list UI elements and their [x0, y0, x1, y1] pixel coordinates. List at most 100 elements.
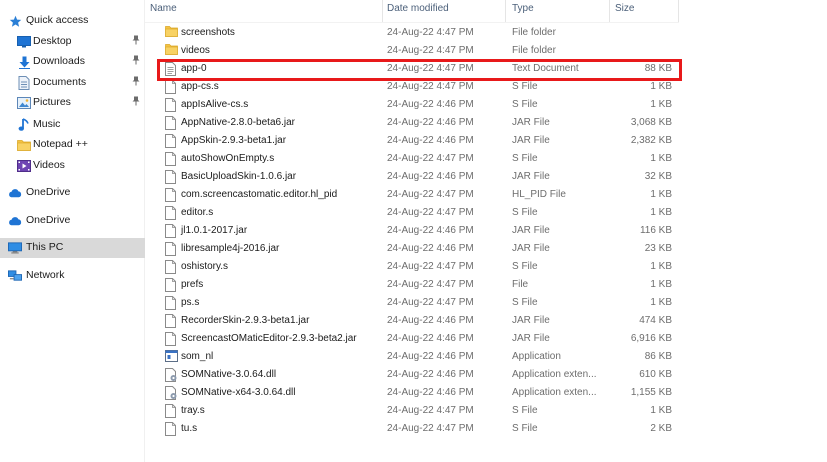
- file-date-modified: 24-Aug-22 4:47 PM: [387, 405, 474, 416]
- nav-item-videos[interactable]: Videos: [0, 156, 145, 176]
- column-divider[interactable]: [678, 0, 679, 22]
- nav-item-music[interactable]: Music: [0, 115, 145, 135]
- nav-item-downloads[interactable]: Downloads: [0, 52, 145, 72]
- file-date-modified: 24-Aug-22 4:47 PM: [387, 207, 474, 218]
- file-date-modified: 24-Aug-22 4:46 PM: [387, 117, 474, 128]
- file-icon: [165, 278, 177, 292]
- nav-item-documents[interactable]: Documents: [0, 73, 145, 93]
- column-header-size[interactable]: Size: [615, 0, 634, 22]
- file-row[interactable]: RecorderSkin-2.9.3-beta1.jar 24-Aug-22 4:…: [157, 312, 679, 330]
- file-type: JAR File: [512, 315, 550, 326]
- cloud-icon: [8, 186, 22, 200]
- file-name: SOMNative-3.0.64.dll: [181, 369, 277, 380]
- column-divider[interactable]: [505, 0, 506, 22]
- pin-icon[interactable]: [132, 35, 140, 47]
- nav-item-this-pc[interactable]: This PC: [0, 238, 145, 258]
- file-icon: [165, 152, 177, 166]
- pin-icon[interactable]: [132, 76, 140, 88]
- file-icon: [165, 98, 177, 112]
- file-row[interactable]: app-0 24-Aug-22 4:47 PM Text Document 88 KB: [157, 60, 679, 78]
- file-size: 1 KB: [650, 81, 672, 92]
- file-name: AppSkin-2.9.3-beta1.jar: [181, 135, 287, 146]
- nav-item-notepad[interactable]: Notepad ++: [0, 135, 145, 155]
- file-icon: [165, 134, 177, 148]
- file-date-modified: 24-Aug-22 4:46 PM: [387, 351, 474, 362]
- file-date-modified: 24-Aug-22 4:46 PM: [387, 315, 474, 326]
- file-name: RecorderSkin-2.9.3-beta1.jar: [181, 315, 310, 326]
- file-row[interactable]: SOMNative-3.0.64.dll 24-Aug-22 4:46 PM App…: [157, 366, 679, 384]
- file-row[interactable]: tray.s 24-Aug-22 4:47 PM S File 1 KB: [157, 402, 679, 420]
- column-header-name[interactable]: Name: [150, 0, 177, 22]
- nav-item-label: Music: [33, 118, 61, 130]
- file-row[interactable]: editor.s 24-Aug-22 4:47 PM S File 1 KB: [157, 204, 679, 222]
- file-date-modified: 24-Aug-22 4:47 PM: [387, 27, 474, 38]
- file-row[interactable]: SOMNative-x64-3.0.64.dll 24-Aug-22 4:46 P…: [157, 384, 679, 402]
- file-row[interactable]: screenshots 24-Aug-22 4:47 PM File folder: [157, 24, 679, 42]
- nav-item-quick-access[interactable]: Quick access: [0, 11, 145, 31]
- file-name: ScreencastOMaticEditor-2.9.3-beta2.jar: [181, 333, 357, 344]
- file-type: S File: [512, 207, 538, 218]
- nav-item-onedrive[interactable]: OneDrive: [0, 211, 145, 231]
- column-header-type[interactable]: Type: [512, 0, 534, 22]
- file-row[interactable]: app-cs.s 24-Aug-22 4:47 PM S File 1 KB: [157, 78, 679, 96]
- nav-item-label: OneDrive: [26, 186, 71, 198]
- nav-item-label: Notepad ++: [33, 138, 88, 150]
- column-header-date-modified[interactable]: Date modified: [387, 0, 449, 22]
- column-divider[interactable]: [609, 0, 610, 22]
- file-row[interactable]: appIsAlive-cs.s 24-Aug-22 4:46 PM S File 1 …: [157, 96, 679, 114]
- file-name: BasicUploadSkin-1.0.6.jar: [181, 171, 297, 182]
- file-icon: [165, 260, 177, 274]
- file-row[interactable]: jl1.0.1-2017.jar 24-Aug-22 4:46 PM JAR Fil…: [157, 222, 679, 240]
- file-type: Application exten...: [512, 387, 597, 398]
- network-icon: [8, 269, 22, 283]
- file-name: libresample4j-2016.jar: [181, 243, 280, 254]
- file-row[interactable]: ps.s 24-Aug-22 4:47 PM S File 1 KB: [157, 294, 679, 312]
- file-row[interactable]: ScreencastOMaticEditor-2.9.3-beta2.jar 24…: [157, 330, 679, 348]
- file-type: S File: [512, 153, 538, 164]
- file-name: appIsAlive-cs.s: [181, 99, 249, 110]
- file-type: JAR File: [512, 117, 550, 128]
- file-row[interactable]: AppSkin-2.9.3-beta1.jar 24-Aug-22 4:46 PM…: [157, 132, 679, 150]
- file-icon: [165, 422, 177, 436]
- file-date-modified: 24-Aug-22 4:47 PM: [387, 63, 474, 74]
- file-row[interactable]: oshistory.s 24-Aug-22 4:47 PM S File 1 KB: [157, 258, 679, 276]
- file-name: editor.s: [181, 207, 214, 218]
- pin-icon[interactable]: [132, 55, 140, 67]
- file-date-modified: 24-Aug-22 4:46 PM: [387, 333, 474, 344]
- nav-item-pictures[interactable]: Pictures: [0, 93, 145, 113]
- file-date-modified: 24-Aug-22 4:46 PM: [387, 369, 474, 380]
- file-row[interactable]: autoShowOnEmpty.s 24-Aug-22 4:47 PM S File…: [157, 150, 679, 168]
- pictures-icon: [17, 96, 31, 110]
- file-row[interactable]: BasicUploadSkin-1.0.6.jar 24-Aug-22 4:46 …: [157, 168, 679, 186]
- file-type: JAR File: [512, 171, 550, 182]
- file-size: 86 KB: [644, 351, 672, 362]
- file-size: 23 KB: [644, 243, 672, 254]
- file-date-modified: 24-Aug-22 4:46 PM: [387, 387, 474, 398]
- file-row[interactable]: tu.s 24-Aug-22 4:47 PM S File 2 KB: [157, 420, 679, 438]
- file-row[interactable]: som_nl 24-Aug-22 4:46 PM Application 86 KB: [157, 348, 679, 366]
- videos-icon: [17, 159, 31, 173]
- column-divider[interactable]: [382, 0, 383, 22]
- pin-icon[interactable]: [132, 96, 140, 108]
- file-row[interactable]: prefs 24-Aug-22 4:47 PM File 1 KB: [157, 276, 679, 294]
- file-size: 1 KB: [650, 153, 672, 164]
- music-note-icon: [17, 118, 31, 132]
- download-arrow-icon: [17, 55, 31, 69]
- file-row[interactable]: com.screencastomatic.editor.hl_pid 24-Aug…: [157, 186, 679, 204]
- file-row[interactable]: AppNative-2.8.0-beta6.jar 24-Aug-22 4:46 …: [157, 114, 679, 132]
- file-type: File: [512, 279, 529, 290]
- nav-item-onedrive[interactable]: OneDrive: [0, 183, 145, 203]
- file-size: 2 KB: [650, 423, 672, 434]
- folder-icon: [165, 44, 178, 58]
- file-icon: [165, 170, 177, 184]
- folder-icon: [17, 138, 31, 152]
- file-row[interactable]: videos 24-Aug-22 4:47 PM File folder: [157, 42, 679, 60]
- file-row[interactable]: libresample4j-2016.jar 24-Aug-22 4:46 PM J…: [157, 240, 679, 258]
- file-size: 1 KB: [650, 99, 672, 110]
- nav-item-desktop[interactable]: Desktop: [0, 32, 145, 52]
- file-name: com.screencastomatic.editor.hl_pid: [181, 189, 338, 200]
- file-type: JAR File: [512, 243, 550, 254]
- file-icon: [165, 314, 177, 328]
- nav-item-network[interactable]: Network: [0, 266, 145, 286]
- file-date-modified: 24-Aug-22 4:46 PM: [387, 135, 474, 146]
